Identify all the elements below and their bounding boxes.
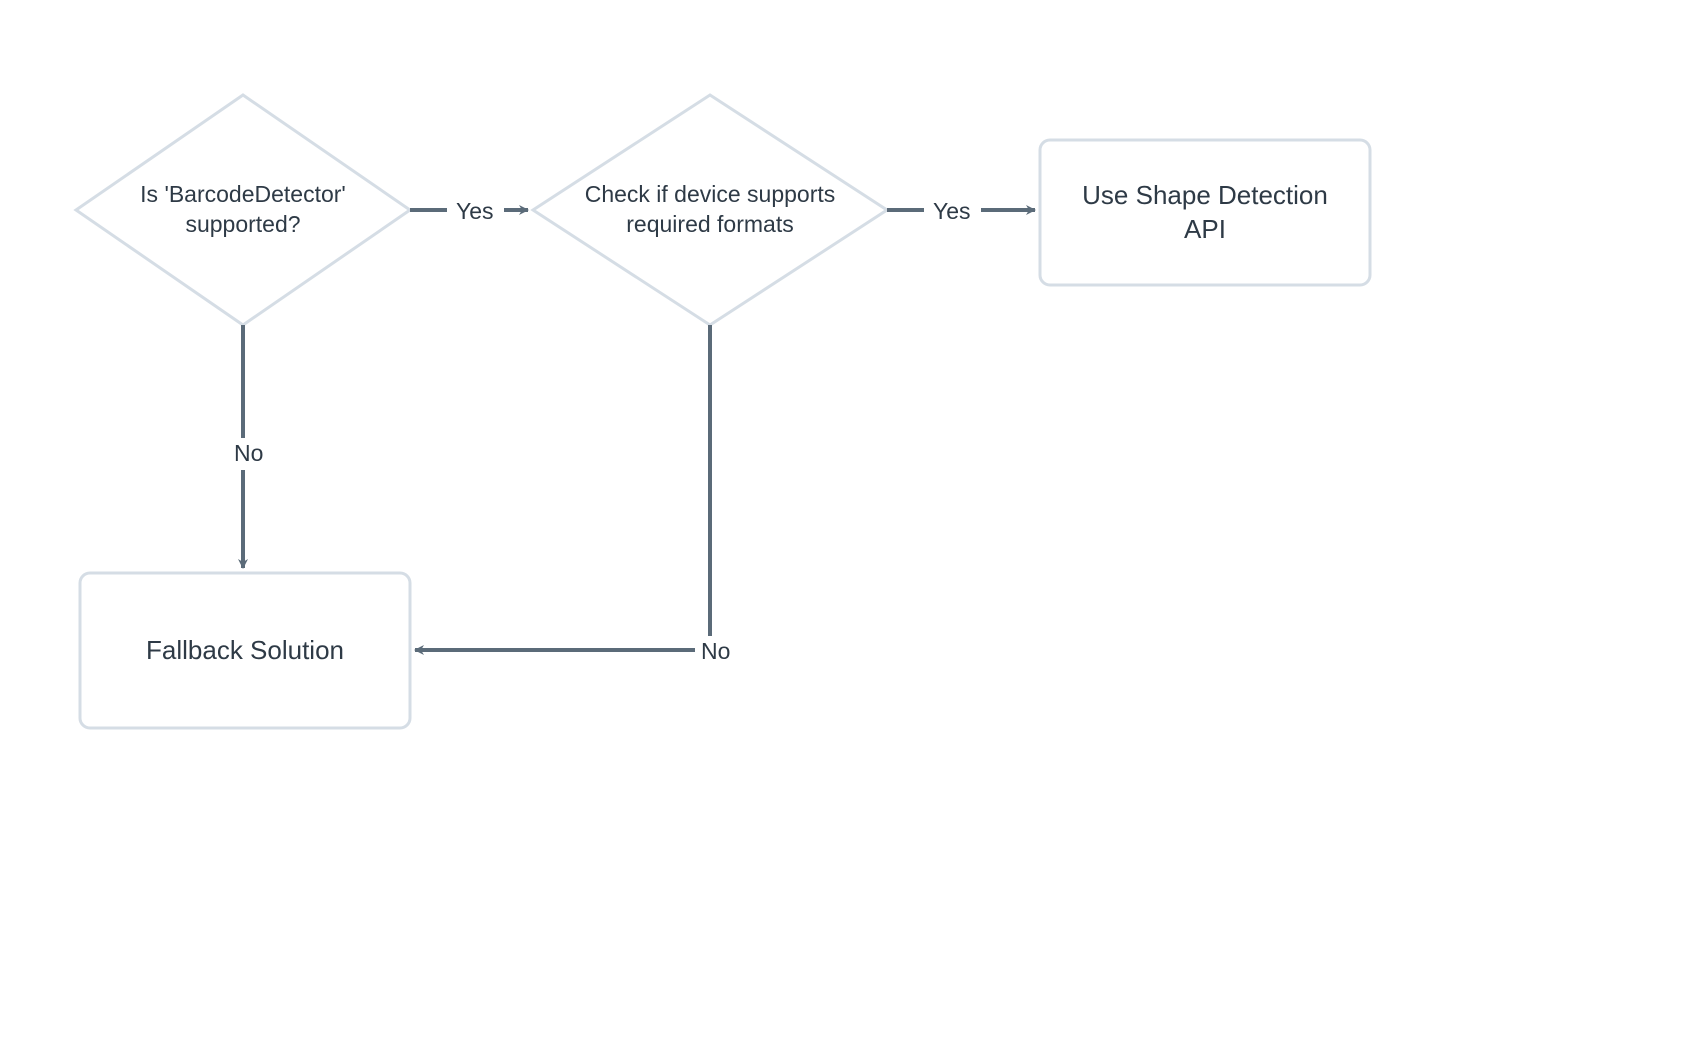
process-fallback-solution — [80, 573, 410, 728]
edge-d2-no-path — [415, 325, 710, 650]
flowchart-canvas — [0, 0, 1700, 1058]
decision-device-formats — [533, 95, 887, 325]
decision-barcode-detector — [76, 95, 410, 325]
process-use-shape-detection-api — [1040, 140, 1370, 285]
